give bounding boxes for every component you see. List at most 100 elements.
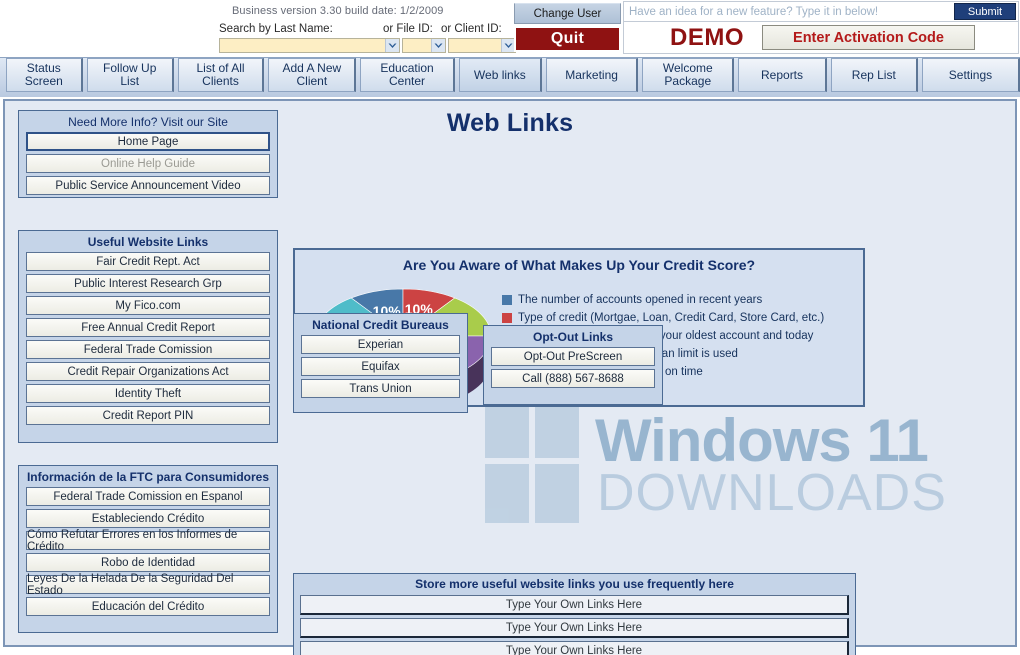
- opt-out-links-panel: Opt-Out Links Opt-Out PreScreen Call (888…: [483, 325, 663, 405]
- legend-swatch-icon: [502, 313, 512, 323]
- activation-row: DEMO Enter Activation Code: [623, 22, 1019, 54]
- link-button[interactable]: Federal Trade Comission en Espanol: [26, 487, 270, 506]
- tab-education-center[interactable]: Education Center: [360, 58, 455, 92]
- link-button[interactable]: Credit Repair Organizations Act: [26, 362, 270, 381]
- link-button[interactable]: Equifax: [301, 357, 460, 376]
- tab-web-links[interactable]: Web links: [458, 58, 542, 92]
- tab-marketing[interactable]: Marketing: [546, 58, 639, 92]
- link-button[interactable]: Call (888) 567-8688: [491, 369, 655, 388]
- custom-link-input[interactable]: Type Your Own Links Here: [300, 641, 849, 655]
- tab-rep-list[interactable]: Rep List: [830, 58, 918, 92]
- legend-label: The number of accounts opened in recent …: [518, 294, 763, 306]
- link-button[interactable]: Public Interest Research Grp: [26, 274, 270, 293]
- need-more-info-panel: Need More Info? Visit our Site Home Page…: [18, 110, 278, 198]
- tab-label: Settings: [948, 67, 993, 82]
- tab-label: Add A New Client: [282, 62, 341, 88]
- tab-reports[interactable]: Reports: [738, 58, 827, 92]
- chevron-down-icon[interactable]: [431, 39, 445, 52]
- tab-label: Web links: [473, 67, 526, 82]
- tab-label-line1: Marketing: [565, 67, 618, 82]
- link-button[interactable]: Fair Credit Rept. Act: [26, 252, 270, 271]
- demo-badge: DEMO: [670, 23, 744, 51]
- link-button[interactable]: Credit Report PIN: [26, 406, 270, 425]
- tab-label: Marketing: [565, 67, 618, 82]
- need-more-info-title: Need More Info? Visit our Site: [68, 115, 228, 129]
- link-button[interactable]: Free Annual Credit Report: [26, 318, 270, 337]
- tab-label-line2: Clients: [202, 74, 239, 88]
- link-button[interactable]: Estableciendo Crédito: [26, 509, 270, 528]
- tab-label-line1: Rep List: [851, 67, 896, 82]
- tab-add-a-new-client[interactable]: Add A New Client: [268, 58, 357, 92]
- tab-label-line2: Screen: [24, 74, 63, 88]
- tab-label-line1: Follow Up List: [103, 61, 157, 88]
- page-content: Windows 11 DOWNLOADS Web Links Need More…: [3, 99, 1017, 655]
- watermark-line-1: Windows 11: [595, 407, 929, 474]
- custom-link-input[interactable]: Type Your Own Links Here: [300, 595, 849, 615]
- ftc-spanish-panel: Información de la FTC para Consumidores …: [18, 465, 278, 633]
- tab-label: Follow Up List: [95, 62, 165, 88]
- store-links-panel: Store more useful website links you use …: [293, 573, 856, 655]
- quit-button[interactable]: Quit: [514, 26, 621, 52]
- tab-label-line2: Center: [389, 74, 426, 88]
- link-button[interactable]: Cómo Refutar Errores en los Informes de …: [26, 529, 270, 553]
- link-button[interactable]: Online Help Guide: [26, 154, 270, 173]
- client-id-input[interactable]: [449, 39, 501, 52]
- legend-label: Type of credit (Mortgae, Loan, Credit Ca…: [518, 312, 825, 324]
- legend-item: The number of accounts opened in recent …: [502, 294, 824, 306]
- link-button[interactable]: Leyes De la Helada De la Seguridad Del E…: [26, 573, 270, 597]
- change-user-button[interactable]: Change User: [514, 3, 621, 24]
- tab-label: Reports: [761, 67, 804, 82]
- chevron-down-icon[interactable]: [501, 39, 515, 52]
- link-button[interactable]: Identity Theft: [26, 384, 270, 403]
- client-id-combo[interactable]: [448, 38, 516, 53]
- legend-item: Type of credit (Mortgae, Loan, Credit Ca…: [502, 312, 824, 324]
- windows-logo-icon: [485, 401, 579, 523]
- main-navigation-tabs: Status Screen Follow Up List List of All Cli…: [0, 57, 1020, 97]
- tab-label: Welcome Package: [663, 62, 713, 88]
- custom-link-input[interactable]: Type Your Own Links Here: [300, 618, 849, 638]
- version-info: Business version 3.30 build date: 1/2/20…: [232, 5, 444, 17]
- opt-out-title: Opt-Out Links: [533, 330, 613, 344]
- chevron-down-icon[interactable]: [385, 39, 399, 52]
- tab-label-line1: Settings: [948, 67, 993, 82]
- link-button[interactable]: Home Page: [26, 132, 270, 151]
- link-button[interactable]: Educación del Crédito: [26, 597, 270, 616]
- file-id-label: or File ID:: [383, 23, 433, 35]
- tab-list-of-all-clients[interactable]: List of All Clients: [177, 58, 265, 92]
- link-button[interactable]: Opt-Out PreScreen: [491, 347, 655, 366]
- search-last-name-label: Search by Last Name:: [219, 23, 333, 35]
- credit-bureaus-title: National Credit Bureaus: [312, 318, 449, 332]
- enter-activation-code-button[interactable]: Enter Activation Code: [762, 25, 975, 50]
- search-last-name-combo[interactable]: [219, 38, 400, 53]
- client-id-label: or Client ID:: [441, 23, 502, 35]
- tab-label: Education Center: [380, 62, 433, 88]
- link-button[interactable]: Robo de Identidad: [26, 553, 270, 572]
- search-last-name-input[interactable]: [220, 39, 385, 52]
- tab-label-line1: Reports: [761, 67, 804, 82]
- feature-idea-input[interactable]: Have an idea for a new feature? Type it …: [624, 6, 954, 18]
- submit-button[interactable]: Submit: [954, 3, 1016, 20]
- top-bar: Business version 3.30 build date: 1/2/20…: [0, 0, 1020, 56]
- useful-links-panel: Useful Website Links Fair Credit Rept. A…: [18, 230, 278, 443]
- file-id-combo[interactable]: [402, 38, 446, 53]
- link-button[interactable]: Trans Union: [301, 379, 460, 398]
- file-id-input[interactable]: [403, 39, 431, 52]
- link-button[interactable]: Federal Trade Comission: [26, 340, 270, 359]
- feature-idea-box: Have an idea for a new feature? Type it …: [623, 1, 1019, 22]
- national-credit-bureaus-panel: National Credit Bureaus Experian Equifax T…: [293, 313, 468, 413]
- tab-status-screen[interactable]: Status Screen: [6, 58, 83, 92]
- link-button[interactable]: Experian: [301, 335, 460, 354]
- ftc-spanish-title: Información de la FTC para Consumidores: [26, 470, 270, 484]
- useful-links-title: Useful Website Links: [87, 235, 209, 249]
- store-links-title: Store more useful website links you use …: [415, 577, 734, 591]
- tab-follow-up-list[interactable]: Follow Up List: [86, 58, 174, 92]
- tab-label-line2: Package: [664, 74, 712, 88]
- link-button[interactable]: My Fico.com: [26, 296, 270, 315]
- app-root: Business version 3.30 build date: 1/2/20…: [0, 0, 1020, 655]
- tab-welcome-package[interactable]: Welcome Package: [642, 58, 735, 92]
- legend-swatch-icon: [502, 295, 512, 305]
- tab-settings[interactable]: Settings: [921, 58, 1020, 92]
- tab-label-line1: Web links: [473, 67, 526, 82]
- link-button[interactable]: Public Service Announcement Video: [26, 176, 270, 195]
- tab-label-line2: Client: [296, 74, 328, 88]
